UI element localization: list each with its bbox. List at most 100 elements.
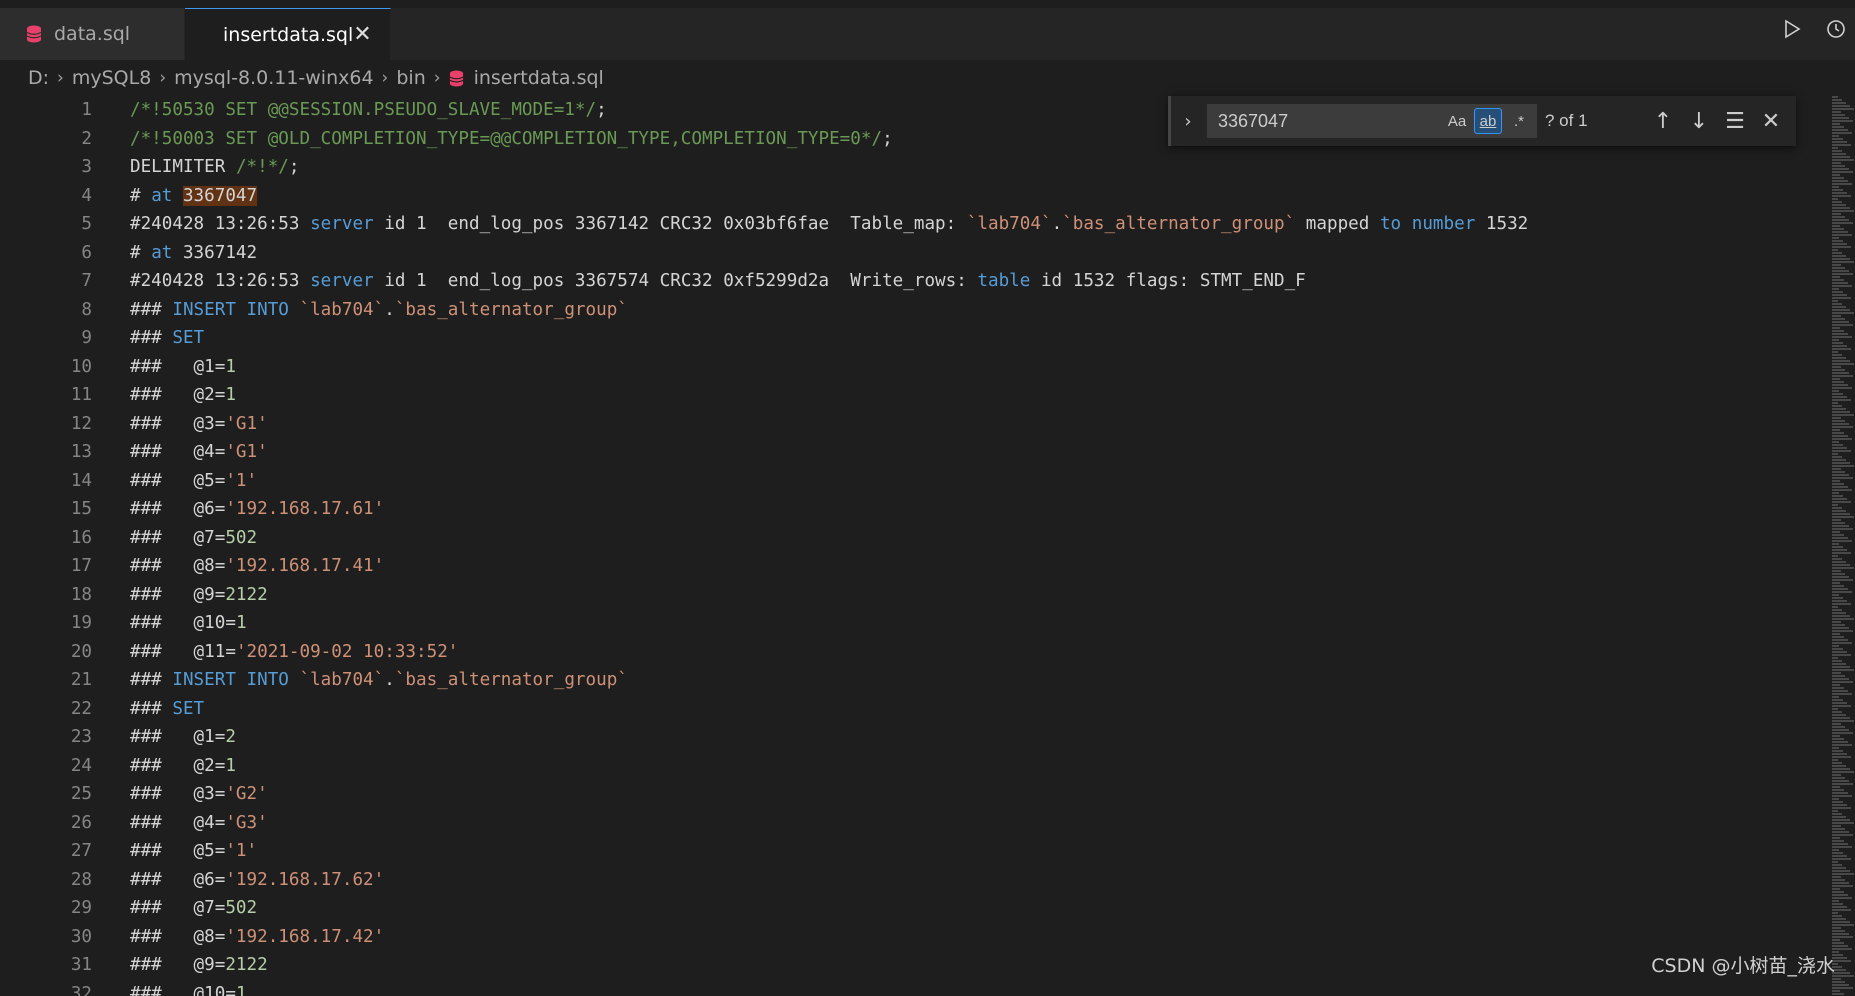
code-text: ### @3='G2'	[130, 784, 268, 804]
minimap-line	[1832, 732, 1853, 734]
minimap-line	[1832, 231, 1848, 233]
code-line[interactable]: 7 #240428 13:26:53 server id 1 end_log_po…	[0, 267, 1810, 296]
minimap-line	[1832, 975, 1854, 977]
arrow-down-icon[interactable]: ↓	[1681, 109, 1717, 134]
code-line[interactable]: 19 ### @10=1	[0, 609, 1810, 638]
minimap-line	[1832, 780, 1849, 782]
line-number: 30	[70, 926, 92, 947]
minimap-line	[1832, 552, 1851, 554]
minimap-line	[1832, 270, 1849, 272]
find-input-value[interactable]: 3367047	[1208, 111, 1443, 132]
minimap-line	[1832, 822, 1854, 824]
code-line[interactable]: 23 ### @1=2	[0, 723, 1810, 752]
minimap-line	[1832, 96, 1838, 98]
tab-bar: data.sql insertdata.sql ✕	[0, 0, 1855, 60]
code-text: DELIMITER /*!*/;	[130, 157, 300, 177]
minimap-line	[1832, 216, 1845, 218]
close-icon[interactable]: ✕	[1753, 109, 1789, 134]
code-line[interactable]: 12 ### @3='G1'	[0, 410, 1810, 439]
code-line[interactable]: 27 ### @5='1'	[0, 837, 1810, 866]
tab-label: insertdata.sql	[223, 23, 354, 46]
code-line[interactable]: 15 ### @6='192.168.17.61'	[0, 495, 1810, 524]
code-line[interactable]: 29 ### @7=502	[0, 894, 1810, 923]
code-line[interactable]: 26 ### @4='G3'	[0, 809, 1810, 838]
code-line[interactable]: 4 # at 3367047	[0, 182, 1810, 211]
code-line[interactable]: 8 ### INSERT INTO `lab704`.`bas_alternato…	[0, 296, 1810, 325]
minimap[interactable]	[1830, 96, 1855, 996]
minimap-line	[1832, 195, 1851, 197]
breadcrumb-item[interactable]: bin	[396, 67, 425, 89]
code-line[interactable]: 5 #240428 13:26:53 server id 1 end_log_po…	[0, 210, 1810, 239]
code-text: ### @10=1	[130, 983, 247, 996]
match-case-toggle[interactable]: Aa	[1443, 108, 1471, 134]
minimap-line	[1832, 432, 1844, 434]
minimap-line	[1832, 108, 1854, 110]
code-line[interactable]: 17 ### @8='192.168.17.41'	[0, 552, 1810, 581]
code-line[interactable]: 9 ### SET	[0, 324, 1810, 353]
toggle-replace-icon[interactable]: ›	[1177, 111, 1199, 132]
minimap-line	[1832, 879, 1845, 881]
breadcrumb-item[interactable]: insertdata.sql	[474, 67, 604, 89]
whole-word-toggle[interactable]: ab	[1474, 108, 1502, 134]
line-number: 4	[81, 185, 92, 206]
minimap-line	[1832, 387, 1852, 389]
line-number: 11	[70, 385, 92, 405]
minimap-line	[1832, 159, 1854, 161]
code-line[interactable]: 21 ### INSERT INTO `lab704`.`bas_alternat…	[0, 666, 1810, 695]
minimap-line	[1832, 831, 1849, 833]
minimap-line	[1832, 894, 1848, 896]
close-icon[interactable]: ✕	[353, 22, 371, 47]
breadcrumb-item[interactable]: mySQL8	[72, 67, 151, 89]
code-line[interactable]: 25 ### @3='G2'	[0, 780, 1810, 809]
minimap-line	[1832, 804, 1847, 806]
code-text: ### @7=502	[130, 898, 258, 918]
code-line[interactable]: 20 ### @11='2021-09-02 10:33:52'	[0, 638, 1810, 667]
minimap-line	[1832, 705, 1851, 707]
code-editor[interactable]: 1 /*!50530 SET @@SESSION.PSEUDO_SLAVE_MOD…	[0, 96, 1855, 996]
code-line[interactable]: 13 ### @4='G1'	[0, 438, 1810, 467]
minimap-line	[1832, 330, 1844, 332]
minimap-line	[1832, 237, 1839, 239]
breadcrumb-item[interactable]: D:	[28, 67, 49, 89]
code-line[interactable]: 18 ### @9=2122	[0, 581, 1810, 610]
code-line[interactable]: 16 ### @7=502	[0, 524, 1810, 553]
minimap-line	[1832, 480, 1840, 482]
minimap-line	[1832, 522, 1845, 524]
minimap-line	[1832, 462, 1850, 464]
find-input[interactable]: 3367047 Aa ab .*	[1207, 104, 1537, 138]
line-number: 20	[70, 641, 92, 662]
arrow-up-icon[interactable]: ↑	[1645, 109, 1681, 134]
line-number: 16	[70, 527, 92, 548]
line-number: 9	[81, 328, 92, 348]
code-text: ### SET	[130, 698, 205, 719]
tab-insertdata-sql[interactable]: insertdata.sql ✕	[185, 8, 391, 60]
minimap-line	[1832, 255, 1846, 257]
tab-data-sql[interactable]: data.sql	[0, 8, 185, 60]
minimap-line	[1832, 834, 1853, 836]
minimap-line	[1832, 129, 1848, 131]
minimap-line	[1832, 333, 1848, 335]
code-line[interactable]: 3 DELIMITER /*!*/;	[0, 153, 1810, 182]
code-line[interactable]: 6 # at 3367142	[0, 239, 1810, 268]
minimap-line	[1832, 783, 1853, 785]
minimap-line	[1832, 126, 1844, 128]
code-line[interactable]: 11 ### @2=1	[0, 381, 1810, 410]
code-line[interactable]: 10 ### @1=1	[0, 353, 1810, 382]
run-icon[interactable]	[1781, 18, 1803, 40]
regex-toggle[interactable]: .*	[1505, 108, 1533, 134]
find-in-selection-icon[interactable]: ☰	[1717, 109, 1753, 134]
code-line[interactable]: 31 ### @9=2122	[0, 951, 1810, 980]
code-line[interactable]: 14 ### @5='1'	[0, 467, 1810, 496]
code-line[interactable]: 22 ### SET	[0, 695, 1810, 724]
code-line[interactable]: 30 ### @8='192.168.17.42'	[0, 923, 1810, 952]
minimap-line	[1832, 558, 1842, 560]
match-count: ? of 1	[1545, 111, 1588, 130]
code-line[interactable]: 24 ### @2=1	[0, 752, 1810, 781]
history-icon[interactable]	[1825, 18, 1847, 40]
breadcrumb-item[interactable]: mysql-8.0.11-winx64	[174, 67, 373, 89]
code-line[interactable]: 32 ### @10=1	[0, 980, 1810, 996]
minimap-line	[1832, 825, 1841, 827]
code-text: ### @2=1	[130, 385, 236, 405]
code-line[interactable]: 28 ### @6='192.168.17.62'	[0, 866, 1810, 895]
minimap-line	[1832, 504, 1838, 506]
